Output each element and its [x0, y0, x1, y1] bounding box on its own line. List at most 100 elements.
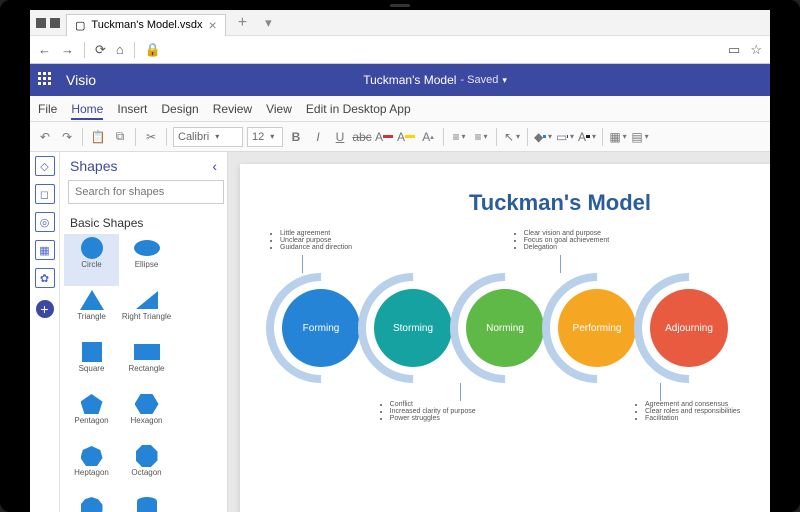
triangle-icon [80, 290, 104, 310]
diagram-note-block: Clear vision and purposeFocus on goal ac… [514, 230, 610, 251]
menu-design[interactable]: Design [161, 98, 198, 120]
shape-rectangle[interactable]: Rectangle [119, 338, 174, 390]
underline-button[interactable]: U [331, 128, 349, 146]
menu-home[interactable]: Home [71, 98, 103, 120]
menu-review[interactable]: Review [213, 98, 252, 120]
shape-label: Pentagon [74, 416, 108, 425]
shape-heptagon[interactable]: Heptagon [64, 442, 119, 494]
document-save-state: - Saved [460, 74, 498, 86]
layers-button[interactable]: ▤▾ [631, 128, 649, 146]
font-family-selector[interactable]: Calibri▾ [173, 127, 243, 147]
shape-circle[interactable]: Circle [64, 234, 119, 286]
diagram-note-line: Agreement and consensus [645, 401, 740, 408]
document-title-dropdown[interactable]: Tuckman's Model - Saved ▾ [363, 73, 507, 87]
forward-icon[interactable]: → [61, 42, 74, 57]
bold-button[interactable]: B [287, 128, 305, 146]
stage-performing[interactable]: Performing [558, 289, 636, 367]
ribbon-toolbar: ↶ ↷ 📋 ⧉ ✂ Calibri▾ 12▾ B I U abc A A A▴ … [30, 122, 770, 152]
strikethrough-button[interactable]: abc [353, 128, 371, 146]
shapes-panel-header: Shapes ‹ [60, 152, 227, 180]
diagram-page[interactable]: Tuckman's Model Little agreementUnclear … [240, 164, 770, 512]
shape-label: Heptagon [74, 468, 109, 477]
canvas[interactable]: Tuckman's Model Little agreementUnclear … [228, 152, 770, 512]
chevron-down-icon: ▾ [215, 132, 219, 141]
highlight-button[interactable]: A [397, 128, 415, 146]
tab-favicon: ▢ [75, 19, 85, 32]
shape-fill-button[interactable]: ◆▾ [534, 128, 552, 146]
ribbon-menu-bar: File Home Insert Design Review View Edit in De… [30, 96, 770, 122]
redo-button[interactable]: ↷ [58, 128, 76, 146]
app-launcher-icon[interactable] [38, 72, 54, 88]
browser-tab-active[interactable]: ▢ Tuckman's Model.vsdx × [66, 14, 226, 36]
shape-label: Circle [81, 260, 101, 269]
stage-adjourning[interactable]: Adjourning [650, 289, 728, 367]
diagram-note-block: Agreement and consensusClear roles and r… [635, 401, 740, 422]
shape-pentagon[interactable]: Pentagon [64, 390, 119, 442]
window-system-icons [36, 18, 60, 28]
diagram-note-line: Increased clarity of purpose [390, 408, 476, 415]
diagram-bottom-notes: ConflictIncreased clarity of purposePowe… [260, 401, 770, 422]
new-tab-button[interactable]: + [232, 14, 253, 32]
stencil-strip: ◇ ◻ ◎ ▦ ✿ + [30, 152, 60, 512]
diagram-note-line: Clear vision and purpose [524, 230, 610, 237]
shape-square[interactable]: Square [64, 338, 119, 390]
stencil-arrows-icon[interactable]: ◻ [35, 184, 55, 204]
shape-octagon[interactable]: Octagon [119, 442, 174, 494]
square-icon [82, 342, 102, 362]
copy-button[interactable]: ⧉ [111, 128, 129, 146]
paste-button[interactable]: 📋 [89, 128, 107, 146]
add-stencil-button[interactable]: + [36, 300, 54, 318]
shape-ellipse[interactable]: Ellipse [119, 234, 174, 286]
browser-nav-bar: ← → ⟳ ⌂ 🔒 ▭ ☆ [30, 36, 770, 64]
collapse-icon[interactable]: ‹ [212, 158, 217, 174]
stage-storming[interactable]: Storming [374, 289, 452, 367]
diagram-note-line: Focus on goal achievement [524, 237, 610, 244]
diagram-note-line: Clear roles and responsibilities [645, 408, 740, 415]
tab-actions-button[interactable]: ▾ [259, 15, 278, 31]
stencil-grid-icon[interactable]: ▦ [35, 240, 55, 260]
font-grow-button[interactable]: A▴ [419, 128, 437, 146]
cut-button[interactable]: ✂ [142, 128, 160, 146]
shape-line-button[interactable]: ▭▾ [556, 128, 574, 146]
shape-label: Octagon [131, 468, 161, 477]
menu-view[interactable]: View [266, 98, 292, 120]
menu-file[interactable]: File [38, 98, 57, 120]
reading-view-icon[interactable]: ▭ [728, 42, 740, 58]
font-color-button[interactable]: A [375, 128, 393, 146]
shape-can[interactable]: Can [119, 494, 174, 512]
align-left-button[interactable]: ≡▾ [450, 128, 468, 146]
stencil-flow-icon[interactable]: ◎ [35, 212, 55, 232]
stencil-more-icon[interactable]: ✿ [35, 268, 55, 288]
arrange-button[interactable]: ▦▾ [609, 128, 627, 146]
diagram-note-line: Delegation [524, 244, 610, 251]
diagram-stage-row: FormingStormingNormingPerformingAdjourni… [260, 273, 770, 383]
shape-label: Ellipse [135, 260, 159, 269]
italic-button[interactable]: I [309, 128, 327, 146]
menu-insert[interactable]: Insert [117, 98, 147, 120]
favorite-icon[interactable]: ☆ [750, 42, 762, 58]
can-icon [137, 497, 157, 512]
shape-search-input[interactable] [68, 180, 224, 204]
diagram-title: Tuckman's Model [260, 190, 770, 216]
ellipse-icon [134, 240, 160, 256]
shape-decagon[interactable]: Decagon [64, 494, 119, 512]
undo-button[interactable]: ↶ [36, 128, 54, 146]
align-vertical-button[interactable]: ≡▾ [472, 128, 490, 146]
home-icon[interactable]: ⌂ [116, 42, 124, 57]
shape-right-triangle[interactable]: Right Triangle [119, 286, 174, 338]
stage-norming[interactable]: Norming [466, 289, 544, 367]
shape-style-button[interactable]: A▾ [578, 128, 596, 146]
font-size-selector[interactable]: 12▾ [247, 127, 283, 147]
lock-icon: 🔒 [145, 42, 161, 58]
shape-triangle[interactable]: Triangle [64, 286, 119, 338]
back-icon[interactable]: ← [38, 42, 51, 57]
shape-hexagon[interactable]: Hexagon [119, 390, 174, 442]
pointer-tool-button[interactable]: ↖▾ [503, 128, 521, 146]
refresh-icon[interactable]: ⟳ [95, 42, 106, 58]
diagram-note-line: Power struggles [390, 415, 476, 422]
menu-edit-in-desktop-app[interactable]: Edit in Desktop App [306, 98, 411, 120]
stage-ring[interactable]: Adjourning [611, 250, 767, 406]
stage-forming[interactable]: Forming [282, 289, 360, 367]
stencil-basic-icon[interactable]: ◇ [35, 156, 55, 176]
close-icon[interactable]: × [209, 18, 217, 32]
